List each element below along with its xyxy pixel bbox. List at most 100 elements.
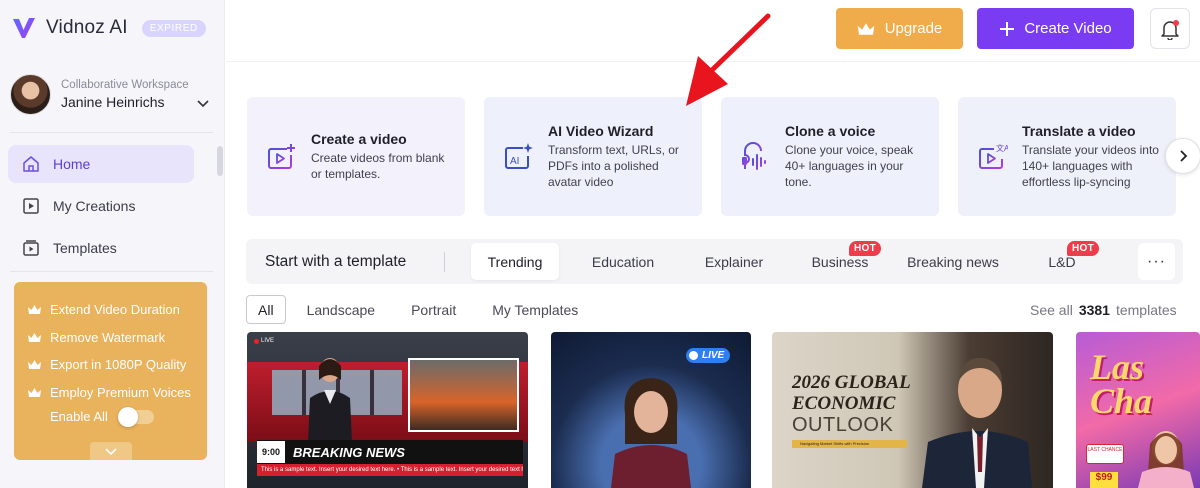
upgrade-label: Upgrade xyxy=(884,20,943,37)
sidebar-divider xyxy=(10,132,213,133)
expired-badge: EXPIRED xyxy=(141,19,206,37)
template-filters: All Landscape Portrait My Templates xyxy=(246,295,603,324)
card-description: Transform text, URLs, or PDFs into a pol… xyxy=(548,143,679,189)
enable-all-toggle[interactable] xyxy=(117,406,154,427)
premium-feature-item: Export in 1080P Quality xyxy=(28,351,207,379)
play-square-icon xyxy=(23,198,39,214)
premium-feature-item: Employ Premium Voices xyxy=(28,379,207,407)
crown-icon xyxy=(28,305,41,315)
feature-card-ai-video-wizard[interactable]: AI AI Video Wizard Transform text, URLs,… xyxy=(484,97,702,216)
card-title: Create a video xyxy=(311,131,407,147)
tab-l-and-d[interactable]: L&D HOT xyxy=(1007,241,1117,280)
tab-trending[interactable]: Trending xyxy=(471,243,559,280)
filter-landscape[interactable]: Landscape xyxy=(296,295,387,324)
premium-features-panel: Extend Video Duration Remove Watermark E… xyxy=(14,282,207,460)
tab-breaking-news[interactable]: Breaking news xyxy=(899,243,1007,280)
sidebar-item-label: Home xyxy=(53,156,91,172)
thumbnail-subtitle: OUTLOOK xyxy=(792,414,894,436)
svg-text:AI: AI xyxy=(510,156,519,167)
premium-feature-item: Remove Watermark xyxy=(28,324,207,352)
feature-card-translate-video[interactable]: 文A Translate a video Translate your vide… xyxy=(958,97,1176,216)
crown-icon xyxy=(28,360,41,370)
workspace-label: Collaborative Workspace xyxy=(61,79,189,91)
feature-card-create-video[interactable]: Create a video Create videos from blank … xyxy=(247,97,465,216)
card-title: Translate a video xyxy=(1022,123,1136,139)
sidebar: Vidnoz AI EXPIRED Collaborative Workspac… xyxy=(0,0,225,488)
sidebar-scrollbar[interactable] xyxy=(217,146,223,176)
brand[interactable]: Vidnoz AI EXPIRED xyxy=(10,12,206,44)
workspace-user-name: Janine Heinrichs xyxy=(61,94,165,110)
sidebar-item-label: Templates xyxy=(53,240,117,256)
chevron-down-icon xyxy=(105,448,117,456)
card-title: AI Video Wizard xyxy=(548,123,654,139)
news-anchor-avatar xyxy=(308,358,352,442)
firefighters-inset-image xyxy=(408,358,519,432)
live-indicator: LIVE xyxy=(254,338,274,344)
voice-clone-icon xyxy=(742,141,766,170)
home-icon xyxy=(23,156,39,172)
hot-badge: HOT xyxy=(849,241,882,256)
sidebar-nav: Home My Creations Templates xyxy=(8,145,194,271)
hot-badge: HOT xyxy=(1067,241,1100,256)
app-root: Vidnoz AI EXPIRED Collaborative Workspac… xyxy=(0,0,1200,488)
brand-name: Vidnoz AI xyxy=(46,17,128,38)
divider xyxy=(444,252,445,272)
avatar xyxy=(10,74,51,115)
card-description: Create videos from blank or templates. xyxy=(311,151,445,181)
see-all-templates-link[interactable]: See all 3381 templates xyxy=(1030,302,1177,318)
news-ticker: This is a sample text. Insert your desir… xyxy=(257,464,523,476)
thumbnail-title: 2026 GLOBAL ECONOMIC xyxy=(792,372,911,414)
anchor-avatar xyxy=(611,378,691,488)
template-category-bar: Start with a template Trending Education… xyxy=(246,239,1183,284)
ai-sparkle-icon: AI xyxy=(505,142,533,169)
template-count: 3381 xyxy=(1078,302,1110,318)
topbar-divider xyxy=(226,61,1200,62)
sidebar-item-home[interactable]: Home xyxy=(8,145,194,183)
thumbnail-title: Las Cha xyxy=(1090,347,1153,421)
chevron-right-icon xyxy=(1180,150,1188,162)
filter-portrait[interactable]: Portrait xyxy=(400,295,467,324)
filter-all[interactable]: All xyxy=(246,295,286,324)
live-badge: LIVE xyxy=(686,348,731,363)
filter-my-templates[interactable]: My Templates xyxy=(481,295,589,324)
workspace-switcher[interactable]: Collaborative Workspace Janine Heinrichs xyxy=(10,74,210,115)
create-video-button[interactable]: Create Video xyxy=(977,8,1134,49)
chevron-down-icon[interactable] xyxy=(196,96,210,110)
price-tag: $99 xyxy=(1090,472,1118,488)
premium-feature-item: Extend Video Duration xyxy=(28,296,207,324)
feature-card-clone-voice[interactable]: Clone a voice Clone your voice, speak 40… xyxy=(721,97,939,216)
card-title: Clone a voice xyxy=(785,123,876,139)
sidebar-item-templates[interactable]: Templates xyxy=(8,229,194,267)
notifications-button[interactable] xyxy=(1150,8,1190,49)
video-plus-icon xyxy=(268,143,295,169)
tab-explainer[interactable]: Explainer xyxy=(687,243,781,280)
tab-business[interactable]: Business HOT xyxy=(781,241,899,280)
template-icon xyxy=(23,240,39,256)
presenter-avatar xyxy=(1138,431,1194,488)
last-chance-tag: LAST CHANCE xyxy=(1086,444,1124,464)
crown-icon xyxy=(28,332,41,342)
promo-expand-button[interactable] xyxy=(90,442,132,460)
upgrade-button[interactable]: Upgrade xyxy=(836,8,963,49)
template-thumbnail-last-chance[interactable]: Las Cha LAST CHANCE $99 xyxy=(1076,332,1200,488)
sidebar-divider xyxy=(10,271,213,272)
card-description: Clone your voice, speak 40+ languages in… xyxy=(785,143,914,189)
feature-cards: Create a video Create videos from blank … xyxy=(247,97,1176,216)
create-video-label: Create Video xyxy=(1024,20,1112,37)
presenter-avatar xyxy=(922,357,1032,488)
card-description: Translate your videos into 140+ language… xyxy=(1022,143,1159,189)
thumbnail-tagline: Navigating Market Shifts with Precision xyxy=(792,440,907,448)
cards-next-button[interactable] xyxy=(1165,138,1200,174)
translate-video-icon: 文A xyxy=(979,143,1008,169)
template-thumbnail-live-anchor[interactable]: LIVE xyxy=(551,332,751,488)
crown-icon xyxy=(28,387,41,397)
tab-education[interactable]: Education xyxy=(559,243,687,280)
crown-icon xyxy=(857,22,874,35)
sidebar-item-my-creations[interactable]: My Creations xyxy=(8,187,194,225)
vidnoz-logo-icon xyxy=(13,18,35,38)
template-thumbnail-economic-outlook[interactable]: 2026 GLOBAL ECONOMIC OUTLOOK Navigating … xyxy=(772,332,1053,488)
plus-icon xyxy=(1000,21,1015,36)
more-categories-button[interactable]: ··· xyxy=(1138,243,1175,280)
template-thumbnail-breaking-news[interactable]: LIVE 9:00 BREAKING NEWS This is a sample… xyxy=(247,332,528,488)
breaking-news-lower-third: 9:00 BREAKING NEWS xyxy=(257,440,523,464)
